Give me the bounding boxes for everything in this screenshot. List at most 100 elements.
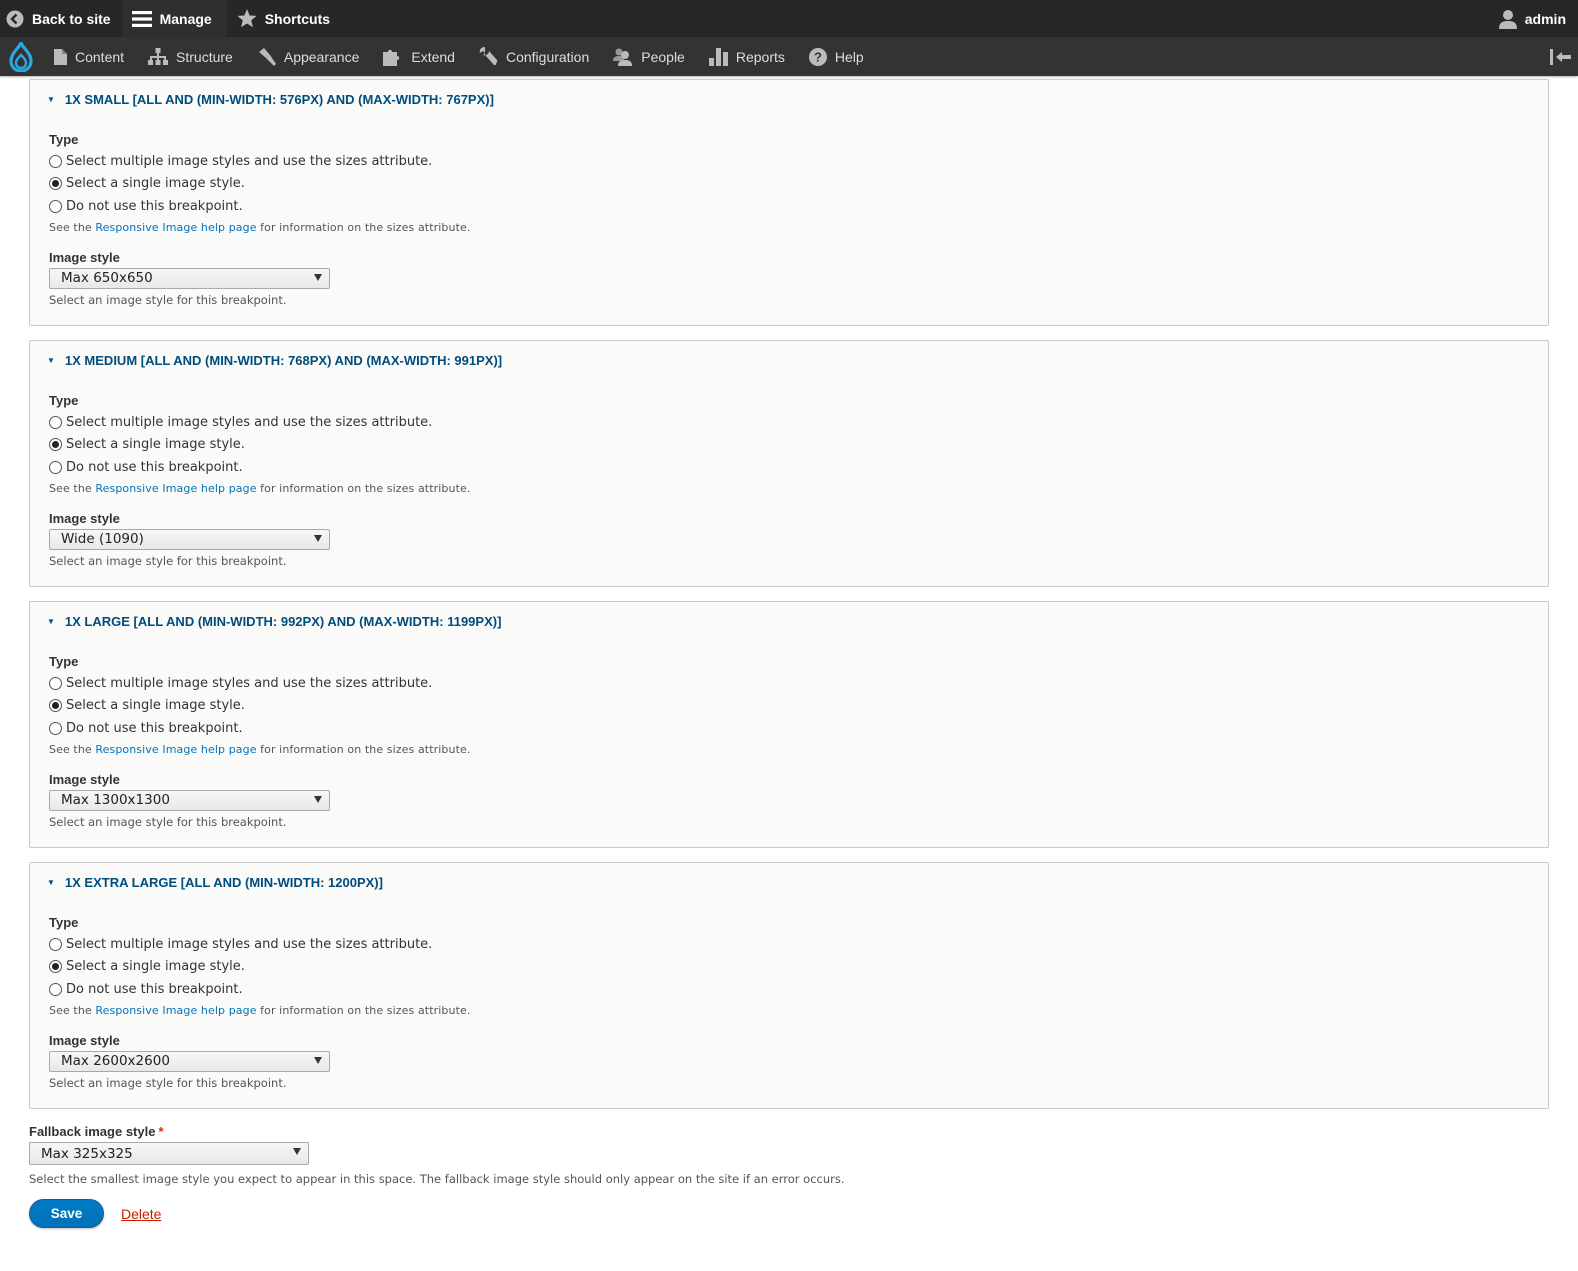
breakpoint-title: 1x Medium [all and (min-width: 768px) an… xyxy=(64,353,503,368)
radio-option-sizes[interactable]: Select multiple image styles and use the… xyxy=(49,933,1529,956)
people-icon xyxy=(613,48,633,66)
image-style-select[interactable]: Max 650x650 xyxy=(49,267,330,289)
type-label: Type xyxy=(49,915,79,930)
radio-option-ignore[interactable]: Do not use this breakpoint. xyxy=(49,978,1529,1001)
radio-label: Do not use this breakpoint. xyxy=(66,459,243,475)
image-style-help: Select an image style for this breakpoin… xyxy=(49,814,287,829)
radio-option-sizes[interactable]: Select multiple image styles and use the… xyxy=(49,411,1529,434)
tray-item-people[interactable]: People xyxy=(601,37,697,76)
tray-item-extend[interactable]: Extend xyxy=(371,37,467,76)
radio-button-checked[interactable] xyxy=(49,438,62,452)
radio-label: Select a single image style. xyxy=(66,437,245,453)
user-menu[interactable]: admin xyxy=(1493,0,1578,37)
responsive-image-style-form: ▼ 1x Small [all and (min-width: 576px) a… xyxy=(29,79,1549,1228)
radio-option-single[interactable]: Select a single image style. xyxy=(49,695,1529,718)
responsive-image-help-link[interactable]: Responsive Image help page xyxy=(95,482,256,495)
type-label: Type xyxy=(49,132,79,147)
triangle-down-icon: ▼ xyxy=(47,878,55,887)
responsive-image-help-link[interactable]: Responsive Image help page xyxy=(95,1004,256,1017)
radio-button[interactable] xyxy=(49,415,62,429)
fallback-label-text: Fallback image style xyxy=(29,1124,156,1139)
shortcuts-tab[interactable]: Shortcuts xyxy=(227,0,342,37)
user-icon xyxy=(1498,9,1517,29)
back-to-site-link[interactable]: Back to site xyxy=(0,0,123,37)
radio-button[interactable] xyxy=(49,676,62,690)
breakpoint-summary-toggle[interactable]: ▼ 1x Small [all and (min-width: 576px) a… xyxy=(47,92,494,107)
radio-option-sizes[interactable]: Select multiple image styles and use the… xyxy=(49,150,1529,173)
fallback-label: Fallback image style * xyxy=(29,1124,1549,1139)
tray-item-appearance[interactable]: Appearance xyxy=(245,37,372,76)
help-text: for information on the sizes attribute. xyxy=(256,742,471,756)
breakpoint-fieldset: ▼ 1x Extra Large [all and (min-width: 12… xyxy=(29,862,1549,1109)
radio-label: Select multiple image styles and use the… xyxy=(66,936,433,952)
select-value: Max 2600x2600 xyxy=(61,1053,170,1069)
required-marker: * xyxy=(158,1124,164,1139)
help-text: See the xyxy=(49,220,96,234)
radio-option-single[interactable]: Select a single image style. xyxy=(49,434,1529,457)
breakpoint-summary-toggle[interactable]: ▼ 1x Large [all and (min-width: 992px) a… xyxy=(47,614,501,629)
image-style-select[interactable]: Wide (1090) xyxy=(49,528,330,550)
tray-item-label: Configuration xyxy=(505,48,590,65)
tray-item-label: Content xyxy=(75,48,125,65)
radio-option-single[interactable]: Select a single image style. xyxy=(49,173,1529,196)
delete-link[interactable]: Delete xyxy=(121,1206,161,1222)
fallback-help: Select the smallest image style you expe… xyxy=(29,1172,845,1186)
radio-button-checked[interactable] xyxy=(49,177,62,191)
breakpoint-summary-toggle[interactable]: ▼ 1x Medium [all and (min-width: 768px) … xyxy=(47,353,502,368)
image-style-label: Image style xyxy=(49,771,120,787)
chevron-left-circle-icon xyxy=(6,10,24,28)
select-value: Max 650x650 xyxy=(61,270,153,286)
radio-button[interactable] xyxy=(49,460,62,474)
help-text: See the xyxy=(49,481,96,495)
wrench-icon xyxy=(479,47,498,66)
radio-label: Select a single image style. xyxy=(66,698,245,714)
radio-button-checked[interactable] xyxy=(49,960,62,974)
breakpoint-title: 1x Large [all and (min-width: 992px) and… xyxy=(64,614,502,629)
back-to-site-label: Back to site xyxy=(32,10,111,27)
drupal-drop-icon xyxy=(9,41,33,72)
radio-option-ignore[interactable]: Do not use this breakpoint. xyxy=(49,195,1529,218)
type-help: See the Responsive Image help page for i… xyxy=(49,743,1529,756)
radio-label: Do not use this breakpoint. xyxy=(66,981,243,997)
responsive-image-help-link[interactable]: Responsive Image help page xyxy=(95,743,256,756)
drupal-logo[interactable] xyxy=(0,37,42,76)
radio-button[interactable] xyxy=(49,154,62,168)
tray-item-configuration[interactable]: Configuration xyxy=(467,37,601,76)
radio-option-ignore[interactable]: Do not use this breakpoint. xyxy=(49,717,1529,740)
save-button[interactable]: Save xyxy=(29,1199,104,1228)
radio-button[interactable] xyxy=(49,982,62,996)
radio-button-checked[interactable] xyxy=(49,699,62,713)
dropdown-arrow-icon xyxy=(314,273,322,281)
type-help: See the Responsive Image help page for i… xyxy=(49,482,1529,495)
image-style-help: Select an image style for this breakpoin… xyxy=(49,1075,287,1090)
image-style-select[interactable]: Max 2600x2600 xyxy=(49,1050,330,1072)
breakpoint-summary-toggle[interactable]: ▼ 1x Extra Large [all and (min-width: 12… xyxy=(47,875,383,890)
dropdown-arrow-icon xyxy=(314,534,322,542)
help-icon: ? xyxy=(808,47,827,66)
tray-item-label: Help xyxy=(834,48,864,65)
radio-button[interactable] xyxy=(49,937,62,951)
radio-option-ignore[interactable]: Do not use this breakpoint. xyxy=(49,456,1529,479)
svg-text:?: ? xyxy=(814,49,822,64)
type-help: See the Responsive Image help page for i… xyxy=(49,1004,1529,1017)
breakpoint-title: 1x Small [all and (min-width: 576px) and… xyxy=(64,92,494,107)
collapse-left-icon xyxy=(1550,48,1571,65)
file-icon xyxy=(54,48,67,65)
image-style-select[interactable]: Max 1300x1300 xyxy=(49,789,330,811)
tray-item-help[interactable]: ? Help xyxy=(797,37,876,76)
manage-tab[interactable]: Manage xyxy=(122,0,227,37)
tray-orientation-toggle[interactable] xyxy=(1550,37,1578,76)
tray-item-structure[interactable]: Structure xyxy=(136,37,245,76)
radio-label: Select multiple image styles and use the… xyxy=(66,675,433,691)
dropdown-arrow-icon xyxy=(293,1148,301,1155)
tray-item-content[interactable]: Content xyxy=(42,37,136,76)
radio-button[interactable] xyxy=(49,721,62,735)
radio-option-single[interactable]: Select a single image style. xyxy=(49,956,1529,979)
radio-option-sizes[interactable]: Select multiple image styles and use the… xyxy=(49,672,1529,695)
select-value: Max 325x325 xyxy=(41,1145,133,1162)
fallback-image-style-select[interactable]: Max 325x325 xyxy=(29,1142,309,1165)
responsive-image-help-link[interactable]: Responsive Image help page xyxy=(95,221,256,234)
radio-button[interactable] xyxy=(49,199,62,213)
help-text: See the xyxy=(49,742,96,756)
tray-item-reports[interactable]: Reports xyxy=(697,37,797,76)
